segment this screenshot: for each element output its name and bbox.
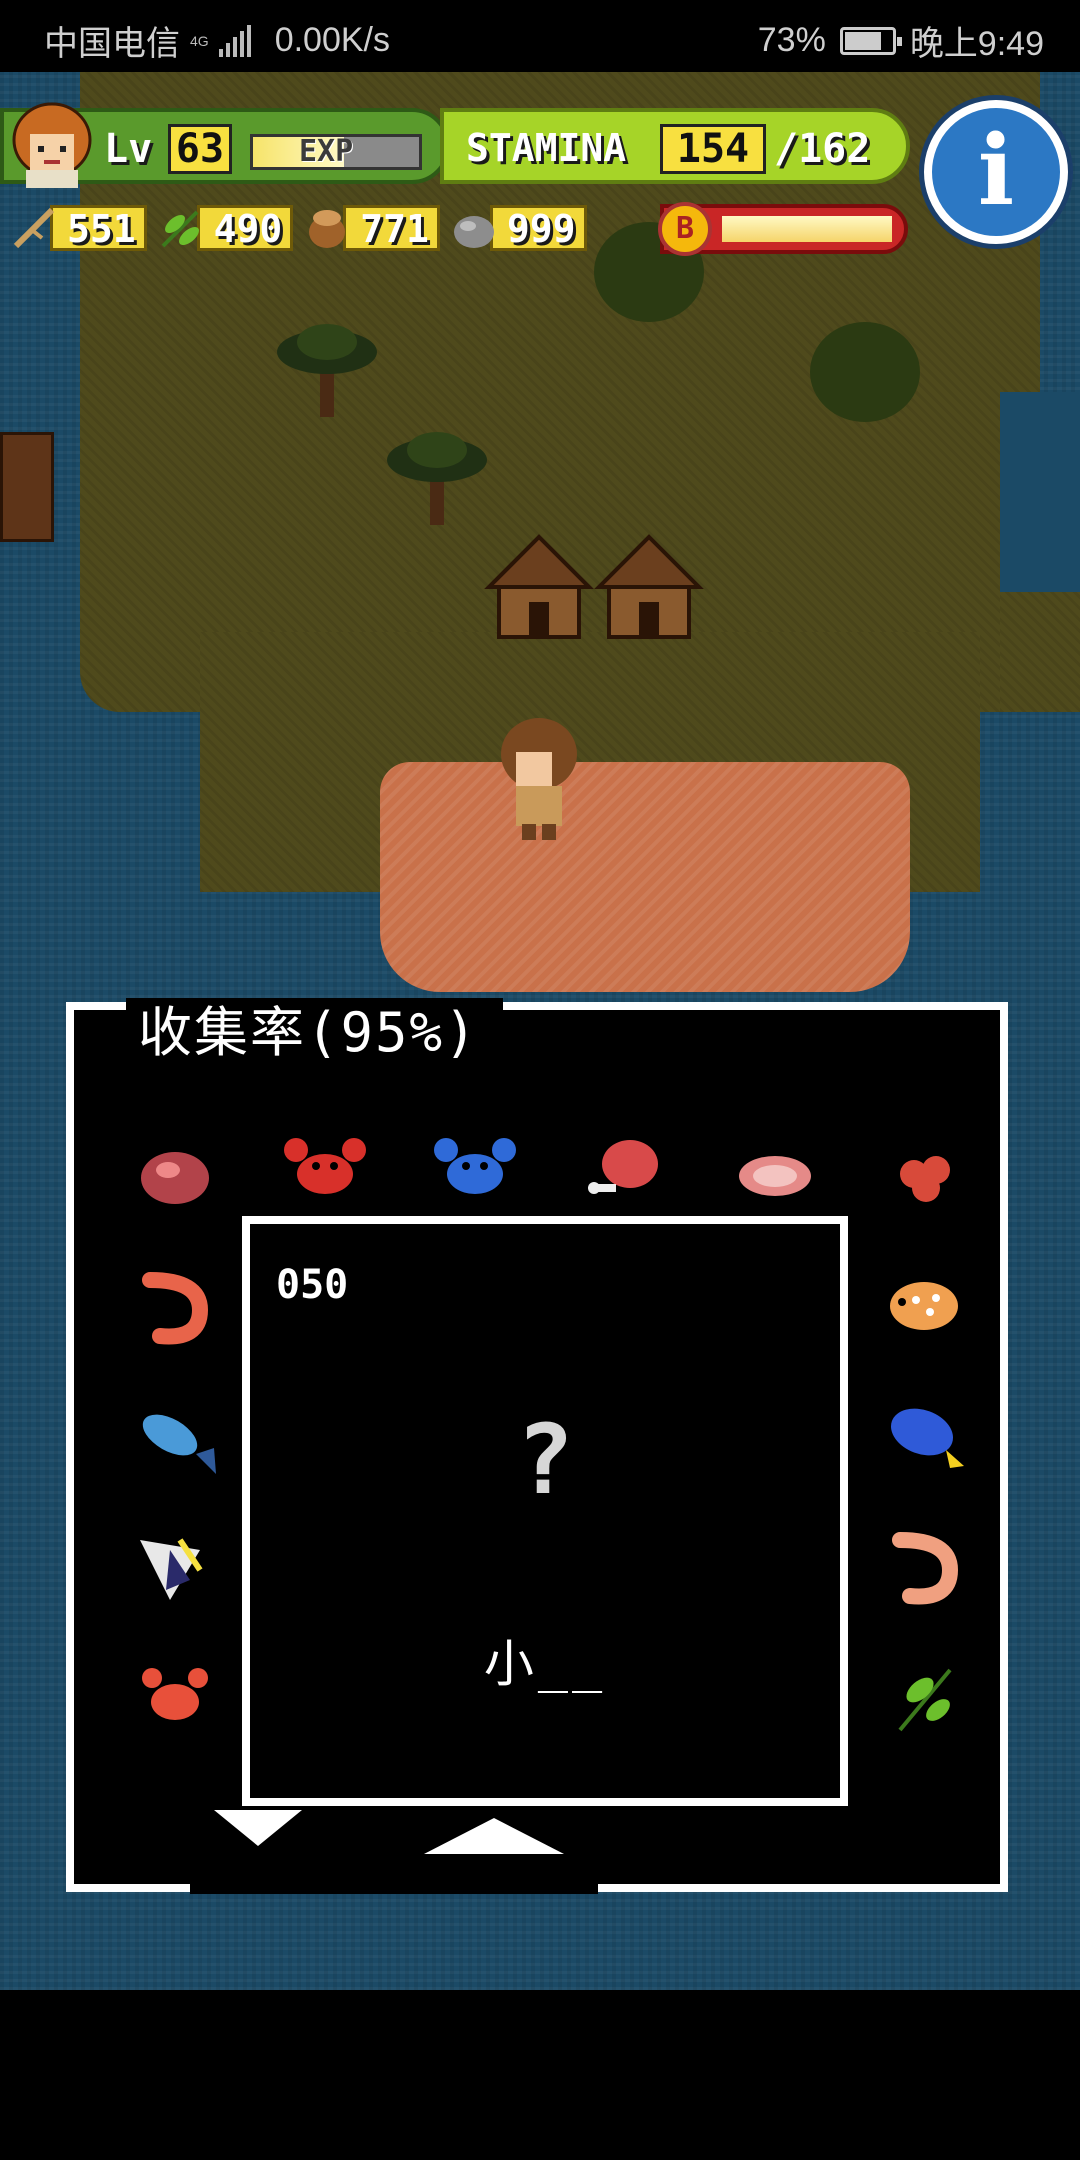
resource-value: 999 [489, 205, 587, 251]
water-inlet [1000, 392, 1080, 592]
bush [810, 322, 920, 422]
resource-leaf: 490 [157, 200, 294, 256]
meat-icon[interactable] [130, 1130, 220, 1220]
network-speed: 0.00K/s [274, 21, 390, 59]
beach-sand [380, 762, 910, 992]
crab-meat-icon[interactable] [880, 1130, 970, 1220]
network-type: 4G [190, 32, 209, 49]
carrier-label: 中国电信 [44, 25, 180, 63]
unknown-item-mark: ? [516, 1404, 574, 1516]
item-number: 050 [276, 1262, 349, 1308]
info-icon: i [977, 114, 1015, 227]
player-avatar-icon[interactable] [10, 100, 94, 190]
resource-stone: 999 [450, 200, 587, 256]
exp-bar: EXP [250, 134, 422, 170]
stamina-label: STAMINA [466, 126, 627, 170]
navigation-bar [0, 1990, 1080, 2160]
boost-icon: B [658, 202, 712, 256]
ham-icon[interactable] [580, 1122, 670, 1212]
spotted-fish-icon[interactable] [880, 1260, 970, 1350]
scroll-up-arrow-icon[interactable] [424, 1818, 564, 1854]
battery-percent: 73% [757, 21, 826, 59]
shrimp-icon[interactable] [880, 1520, 970, 1610]
shrimp-icon[interactable] [130, 1260, 220, 1350]
hut [484, 534, 594, 639]
red-crab-icon[interactable] [280, 1122, 370, 1212]
hut [594, 534, 704, 639]
status-bar: 中国电信 4G 0.00K/s 73% 晚上9:49 [0, 0, 1080, 72]
blue-tang-icon[interactable] [880, 1390, 970, 1480]
palm-tree [277, 324, 377, 417]
signal-icon [218, 24, 251, 57]
player-character[interactable] [494, 714, 584, 844]
exp-label: EXP [299, 134, 354, 169]
level-label: Lv [104, 126, 153, 172]
branch-icon [13, 207, 55, 249]
stamina-value: 154 [660, 124, 766, 174]
collection-panel: 收集率(95%) 050 ? 小__ [66, 998, 1008, 1894]
item-detail-card: 050 ? 小__ [242, 1216, 848, 1806]
item-name-hint: 小__ [483, 1635, 607, 1693]
leaf-icon [161, 210, 199, 248]
clock: 晚上9:49 [909, 25, 1044, 63]
herb-icon[interactable] [880, 1650, 970, 1740]
lobster-icon[interactable] [130, 1650, 220, 1740]
resource-bar: 551 490 771 999 [10, 200, 587, 260]
stone-icon [453, 216, 494, 248]
blue-crab-icon[interactable] [430, 1122, 520, 1212]
info-button[interactable]: i [924, 100, 1068, 244]
dock [0, 432, 54, 542]
panel-bottom-tab [190, 1884, 598, 1894]
stamina-bar: STAMINA 154 /162 [440, 108, 910, 184]
battery-icon [839, 26, 902, 55]
scroll-down-arrow-icon[interactable] [214, 1810, 302, 1846]
palm-tree [387, 432, 487, 525]
angelfish-icon[interactable] [130, 1520, 220, 1610]
resource-branch: 551 [10, 200, 147, 256]
resource-value: 551 [50, 205, 147, 251]
boost-bar[interactable]: B [658, 202, 908, 256]
resource-value: 490 [196, 205, 294, 251]
resource-value: 771 [343, 205, 440, 251]
nut-icon [309, 210, 346, 248]
stamina-max: /162 [774, 126, 871, 172]
steak-icon[interactable] [730, 1130, 820, 1220]
resource-nut: 771 [303, 200, 440, 256]
hud: Lv 63 EXP STAMINA 154 /162 i 551 490 771… [0, 100, 1080, 300]
blue-fish-icon[interactable] [130, 1390, 220, 1480]
boost-fill [722, 216, 892, 242]
level-value: 63 [168, 124, 232, 174]
